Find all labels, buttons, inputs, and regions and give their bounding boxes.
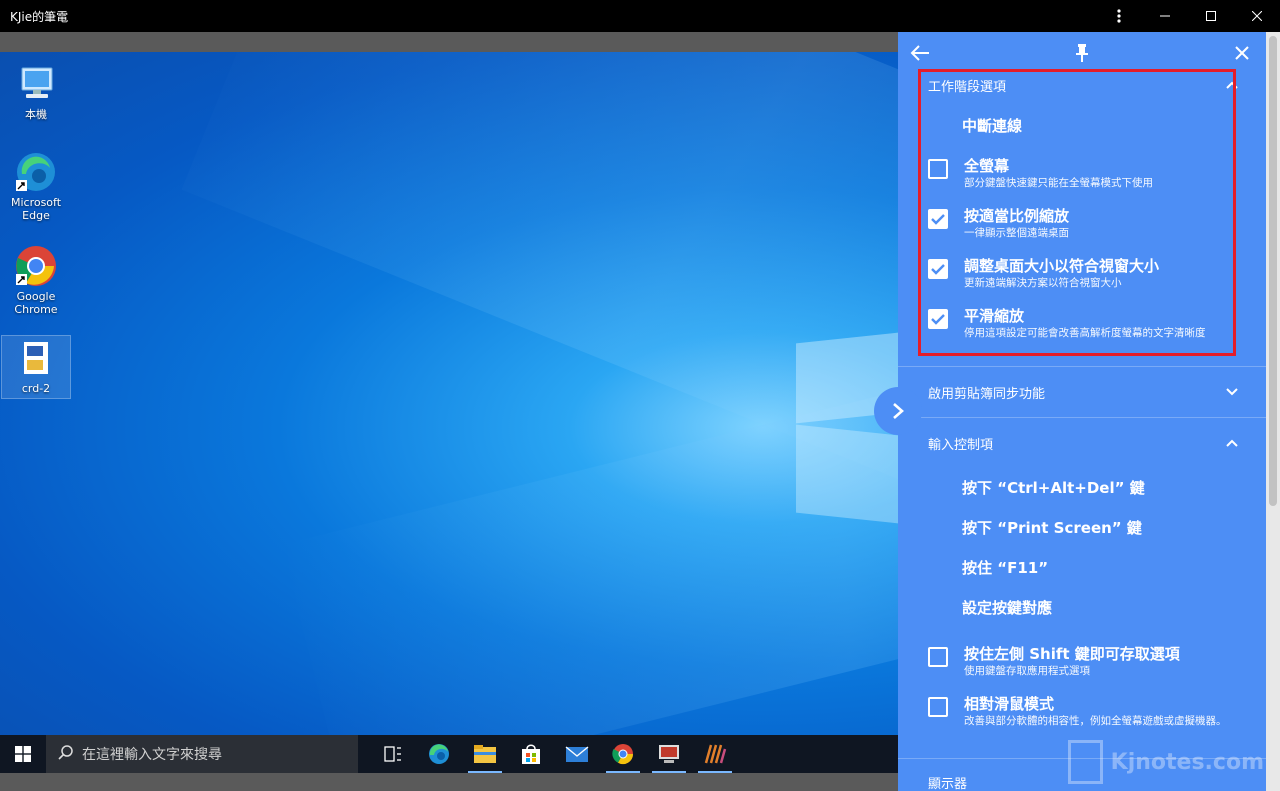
option-description: 改善與部分軟體的相容性，例如全螢幕遊戲或虛擬機器。 bbox=[964, 715, 1227, 727]
send-ctrl-alt-del-button[interactable]: 按下 “Ctrl+Alt+Del” 鍵 bbox=[898, 468, 1266, 508]
option-description: 部分鍵盤快速鍵只能在全螢幕模式下使用 bbox=[964, 177, 1153, 189]
option-relative-mouse[interactable]: 相對滑鼠模式 改善與部分軟體的相容性，例如全螢幕遊戲或虛擬機器。 bbox=[898, 694, 1266, 744]
check-icon bbox=[931, 264, 945, 275]
option-label: 按適當比例縮放 bbox=[964, 207, 1070, 225]
option-label: 調整桌面大小以符合視窗大小 bbox=[964, 257, 1160, 275]
input-controls-header[interactable]: 輸入控制項 bbox=[898, 418, 1266, 468]
windows-logo-icon bbox=[15, 746, 31, 762]
remote-letterbox-bottom bbox=[0, 773, 898, 791]
desktop-icon-label: 本機 bbox=[25, 108, 47, 121]
section-title: 顯示器 bbox=[928, 777, 968, 791]
search-placeholder: 在這裡輸入文字來搜尋 bbox=[82, 747, 222, 763]
option-left-shift-menu[interactable]: 按住左側 Shift 鍵即可存取選項 使用鍵盤存取應用程式選項 bbox=[898, 644, 1266, 694]
chevron-up-icon bbox=[1226, 436, 1238, 451]
start-button[interactable] bbox=[0, 735, 46, 773]
computer-icon bbox=[14, 62, 58, 106]
option-label: 全螢幕 bbox=[964, 157, 1010, 175]
maximize-button[interactable] bbox=[1188, 0, 1234, 32]
send-f11-button[interactable]: 按住 “F11” bbox=[898, 548, 1266, 588]
section-title: 工作階段選項 bbox=[928, 79, 1007, 95]
file-explorer-icon[interactable] bbox=[462, 735, 508, 773]
option-description: 一律顯示整個遠端桌面 bbox=[964, 227, 1069, 239]
maximize-icon bbox=[1206, 11, 1216, 21]
watermark-text: Kjnotes.com bbox=[1110, 749, 1264, 775]
more-vertical-icon[interactable] bbox=[1096, 0, 1142, 32]
desktop-icon-crd-2[interactable]: crd-2 bbox=[1, 335, 71, 399]
option-fullscreen[interactable]: 全螢幕 部分鍵盤快速鍵只能在全螢幕模式下使用 bbox=[898, 156, 1266, 206]
remote-desktop-icon[interactable] bbox=[646, 735, 692, 773]
section-title: 啟用剪貼簿同步功能 bbox=[928, 386, 1046, 402]
send-print-screen-button[interactable]: 按下 “Print Screen” 鍵 bbox=[898, 508, 1266, 548]
app-icon[interactable] bbox=[692, 735, 738, 773]
chevron-up-icon bbox=[1226, 78, 1238, 93]
minimize-button[interactable] bbox=[1142, 0, 1188, 32]
minimize-icon bbox=[1160, 15, 1170, 17]
checkbox[interactable] bbox=[928, 159, 948, 179]
mail-icon[interactable] bbox=[554, 735, 600, 773]
check-icon bbox=[931, 314, 945, 325]
desktop-icon-chrome[interactable]: Google Chrome bbox=[2, 244, 70, 316]
option-description: 停用這項設定可能會改善高解析度螢幕的文字清晰度 bbox=[964, 327, 1206, 339]
window-title: KJie的筆電 bbox=[10, 9, 69, 24]
remote-letterbox-top bbox=[0, 32, 898, 52]
checkbox-checked[interactable] bbox=[928, 259, 948, 279]
option-label: 平滑縮放 bbox=[964, 307, 1025, 325]
option-label: 相對滑鼠模式 bbox=[964, 695, 1055, 713]
chevron-right-icon bbox=[893, 403, 904, 419]
close-icon[interactable] bbox=[1234, 45, 1250, 65]
clipboard-sync-header[interactable]: 啟用剪貼簿同步功能 bbox=[898, 367, 1266, 417]
desktop-icon-label: crd-2 bbox=[21, 382, 51, 395]
desktop-icon-edge[interactable]: Microsoft Edge bbox=[2, 150, 70, 222]
pin-icon[interactable] bbox=[1075, 43, 1089, 67]
close-icon bbox=[1252, 11, 1262, 21]
window-close-button[interactable] bbox=[1234, 0, 1280, 32]
checkbox-checked[interactable] bbox=[928, 309, 948, 329]
option-smooth-scaling[interactable]: 平滑縮放 停用這項設定可能會改善高解析度螢幕的文字清晰度 bbox=[898, 306, 1266, 356]
arrow-left-icon[interactable] bbox=[910, 44, 930, 66]
option-description: 使用鍵盤存取應用程式選項 bbox=[964, 665, 1090, 677]
checkbox[interactable] bbox=[928, 647, 948, 667]
panel-scrollbar-thumb[interactable] bbox=[1269, 36, 1277, 506]
search-icon bbox=[58, 744, 74, 764]
panel-header bbox=[898, 32, 1266, 78]
remote-desktop[interactable]: 本機 Microsoft Edge Google Chrome crd-2 bbox=[0, 52, 898, 735]
task-view-icon[interactable] bbox=[370, 735, 416, 773]
desktop-icon-label: Google Chrome bbox=[14, 290, 58, 316]
key-mapping-button[interactable]: 設定按鍵對應 bbox=[898, 588, 1266, 628]
checkbox[interactable] bbox=[928, 697, 948, 717]
taskbar: 在這裡輸入文字來搜尋 bbox=[0, 735, 898, 773]
section-title: 輸入控制項 bbox=[928, 437, 994, 453]
store-icon[interactable] bbox=[508, 735, 554, 773]
session-options-header[interactable]: 工作階段選項 bbox=[898, 78, 1266, 95]
check-icon bbox=[931, 214, 945, 225]
chrome-icon[interactable] bbox=[600, 735, 646, 773]
edge-icon bbox=[14, 150, 58, 194]
edge-icon[interactable] bbox=[416, 735, 462, 773]
disconnect-button[interactable]: 中斷連線 bbox=[898, 106, 1266, 146]
desktop-icon-label: Microsoft Edge bbox=[10, 196, 62, 222]
option-description: 更新遠端解決方案以符合視窗大小 bbox=[964, 277, 1122, 289]
chevron-down-icon bbox=[1226, 385, 1238, 400]
chrome-icon bbox=[14, 244, 58, 288]
watermark-logo-icon bbox=[1068, 740, 1103, 784]
collapse-panel-button[interactable] bbox=[874, 387, 922, 435]
file-icon bbox=[14, 336, 58, 380]
option-scale-to-fit[interactable]: 按適當比例縮放 一律顯示整個遠端桌面 bbox=[898, 206, 1266, 256]
checkbox-checked[interactable] bbox=[928, 209, 948, 229]
window-titlebar: KJie的筆電 bbox=[0, 0, 1280, 32]
option-resize-desktop[interactable]: 調整桌面大小以符合視窗大小 更新遠端解決方案以符合視窗大小 bbox=[898, 256, 1266, 306]
session-side-panel: 工作階段選項 中斷連線 全螢幕 部分鍵盤快速鍵只能在全螢幕模式下使用 按適當比例… bbox=[898, 32, 1266, 791]
taskbar-search-box[interactable]: 在這裡輸入文字來搜尋 bbox=[46, 735, 358, 773]
desktop-icon-this-pc[interactable]: 本機 bbox=[2, 62, 70, 121]
option-label: 按住左側 Shift 鍵即可存取選項 bbox=[964, 645, 1180, 663]
watermark: Kjnotes.com bbox=[1068, 738, 1264, 786]
